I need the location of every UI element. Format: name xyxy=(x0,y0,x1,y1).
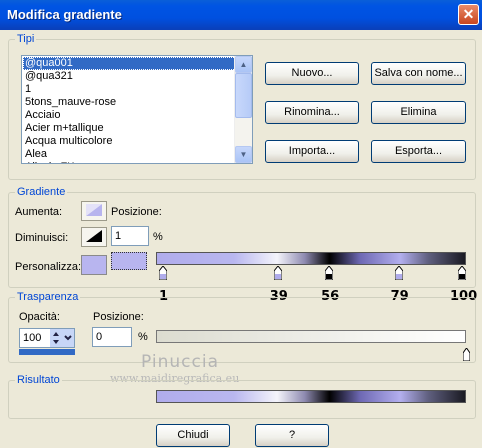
list-item[interactable]: Acqua multicolore xyxy=(23,135,236,148)
selected-color-swatch[interactable] xyxy=(111,252,147,270)
aumenta-icon[interactable] xyxy=(81,201,107,221)
gradient-list[interactable]: @qua001 @qua321 1 5tons_mauve-rose Acciaio Ac… xyxy=(21,55,253,164)
export-button[interactable]: Esporta... xyxy=(371,140,466,163)
percent-label: % xyxy=(153,231,163,243)
list-item[interactable]: Acier m+tallique xyxy=(23,122,236,135)
posizione-input[interactable]: 1 xyxy=(111,226,149,246)
opacita-spin-icon[interactable] xyxy=(50,329,62,347)
gradient-list-items: @qua001 @qua321 1 5tons_mauve-rose Acciaio Ac… xyxy=(23,57,236,163)
scroll-up-icon[interactable]: ▲ xyxy=(235,56,252,73)
close-dialog-button[interactable]: Chiudi xyxy=(156,424,230,447)
scroll-down-icon[interactable]: ▼ xyxy=(235,146,252,163)
gradient-bar[interactable] xyxy=(156,252,466,265)
gradient-stop-icon[interactable] xyxy=(273,266,282,280)
custom-color-swatch[interactable] xyxy=(81,255,107,275)
new-button[interactable]: Nuovo... xyxy=(265,62,359,85)
opacita-dropdown-icon[interactable] xyxy=(62,329,74,347)
list-item[interactable]: 1 xyxy=(23,83,236,96)
gradient-editor-dialog: Modifica gradiente ✕ Tipi @qua001 @qua321… xyxy=(0,0,482,448)
rename-button[interactable]: Rinomina... xyxy=(265,101,359,124)
list-item[interactable]: Alluvia FK xyxy=(23,161,236,163)
scroll-thumb[interactable] xyxy=(235,73,252,118)
opacita-slider-track[interactable] xyxy=(19,349,75,355)
title-bar[interactable]: Modifica gradiente ✕ xyxy=(0,0,482,30)
save-as-button[interactable]: Salva con nome... xyxy=(371,62,466,85)
trasp-posizione-input[interactable]: 0 xyxy=(92,327,132,347)
list-item[interactable]: @qua001 xyxy=(23,57,236,70)
list-item[interactable]: @qua321 xyxy=(23,70,236,83)
aumenta-label: Aumenta: xyxy=(15,206,63,218)
watermark-name: Pinuccia xyxy=(141,352,219,372)
gradient-stop-icon[interactable] xyxy=(394,266,403,280)
opacita-label: Opacità: xyxy=(19,311,60,323)
tipi-legend: Tipi xyxy=(15,33,37,45)
gradient-stop-icon[interactable] xyxy=(458,266,466,280)
gradiente-group: Gradiente xyxy=(8,186,476,288)
transparency-stop-icon[interactable] xyxy=(463,348,470,361)
diminuisci-icon[interactable] xyxy=(81,227,107,247)
trasp-posizione-label: Posizione: xyxy=(93,311,144,323)
import-button[interactable]: Importa... xyxy=(265,140,359,163)
transparency-bar[interactable] xyxy=(156,330,466,343)
risultato-legend: Risultato xyxy=(15,374,62,386)
list-item[interactable]: Acciaio xyxy=(23,109,236,122)
result-preview-bar xyxy=(156,390,466,403)
close-button[interactable]: ✕ xyxy=(458,4,479,25)
gradiente-legend: Gradiente xyxy=(15,186,68,198)
personalizza-label: Personalizza: xyxy=(15,261,82,273)
gradient-stop-icon[interactable] xyxy=(325,266,334,280)
help-button[interactable]: ? xyxy=(255,424,329,447)
trasparenza-legend: Trasparenza xyxy=(15,291,81,303)
list-item[interactable]: Alea xyxy=(23,148,236,161)
gradient-stop-icon[interactable] xyxy=(159,266,168,280)
posizione-label: Posizione: xyxy=(111,206,162,218)
diminuisci-label: Diminuisci: xyxy=(15,232,69,244)
delete-button[interactable]: Elimina xyxy=(371,101,466,124)
list-scrollbar[interactable]: ▲ ▼ xyxy=(234,56,252,163)
list-item[interactable]: 5tons_mauve-rose xyxy=(23,96,236,109)
trasp-percent-label: % xyxy=(138,331,148,343)
window-title: Modifica gradiente xyxy=(7,7,122,22)
